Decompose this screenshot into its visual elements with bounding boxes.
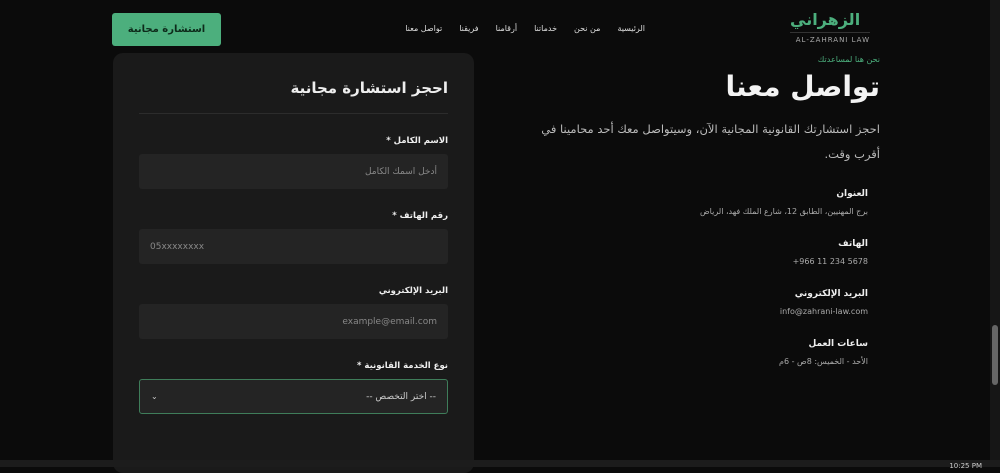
nav-about[interactable]: من نحن — [574, 24, 600, 33]
address-title: العنوان — [836, 189, 868, 199]
section-title: تواصل معنا — [725, 70, 880, 103]
form-title: احجز استشارة مجانية — [139, 79, 448, 114]
phone-title: الهاتف — [838, 239, 868, 249]
address-value: برج المهنيين، الطابق 12، شارع الملك فهد،… — [700, 207, 868, 216]
phone-label: رقم الهاتف * — [392, 211, 448, 221]
nav-contact[interactable]: تواصل معنا — [405, 24, 442, 33]
nav-services[interactable]: خدماتنا — [534, 24, 557, 33]
email-input[interactable]: example@email.com — [139, 304, 448, 339]
section-tag: نحن هنا لمساعدتك — [817, 55, 880, 64]
email-value[interactable]: info@zahrani-law.com — [520, 307, 868, 316]
service-label: نوع الخدمة القانونية * — [357, 361, 448, 371]
nav-menu: الرئيسية من نحن خدماتنا أرقامنا فريقنا ت… — [368, 24, 645, 33]
name-label: الاسم الكامل * — [386, 136, 448, 146]
contact-info: العنوان برج المهنيين، الطابق 12، شارع ال… — [520, 189, 880, 366]
hours-value: الأحد - الخميس: 8ص - 6م — [779, 357, 868, 366]
phone-value: +966 11 234 5678 — [792, 257, 868, 266]
contact-section: نحن هنا لمساعدتك تواصل معنا احجز استشارت… — [520, 55, 880, 389]
email-label: البريد الإلكتروني — [378, 286, 448, 296]
navbar: استشارة مجانية الرئيسية من نحن خدماتنا أ… — [0, 0, 990, 50]
email-title: البريد الإلكتروني — [794, 289, 868, 299]
logo-english: AL-ZAHRANI LAW — [790, 32, 870, 44]
phone-input[interactable]: 05xxxxxxxx — [139, 229, 448, 264]
nav-stats[interactable]: أرقامنا — [496, 24, 517, 33]
chevron-down-icon: ⌄ — [151, 392, 158, 401]
consultation-form: احجز استشارة مجانية الاسم الكامل * أدخل … — [113, 53, 474, 473]
taskbar-clock: 10:25 PM — [949, 462, 982, 470]
logo[interactable]: الزهراني AL-ZAHRANI LAW — [790, 10, 870, 44]
service-select-value: -- اختر التخصص -- — [366, 391, 436, 402]
logo-arabic: الزهراني — [790, 10, 861, 29]
service-select[interactable]: -- اختر التخصص -- ⌄ — [139, 379, 448, 414]
free-consultation-button[interactable]: استشارة مجانية — [112, 13, 221, 46]
section-lead: احجز استشارتك القانونية المجانية الآن، و… — [541, 122, 880, 161]
taskbar — [0, 460, 1000, 467]
scrollbar-thumb[interactable] — [992, 325, 998, 385]
name-input[interactable]: أدخل اسمك الكامل — [139, 154, 448, 189]
nav-home[interactable]: الرئيسية — [617, 24, 645, 33]
hours-title: ساعات العمل — [808, 339, 868, 349]
page-scrollbar[interactable] — [990, 0, 1000, 460]
nav-team[interactable]: فريقنا — [459, 24, 478, 33]
